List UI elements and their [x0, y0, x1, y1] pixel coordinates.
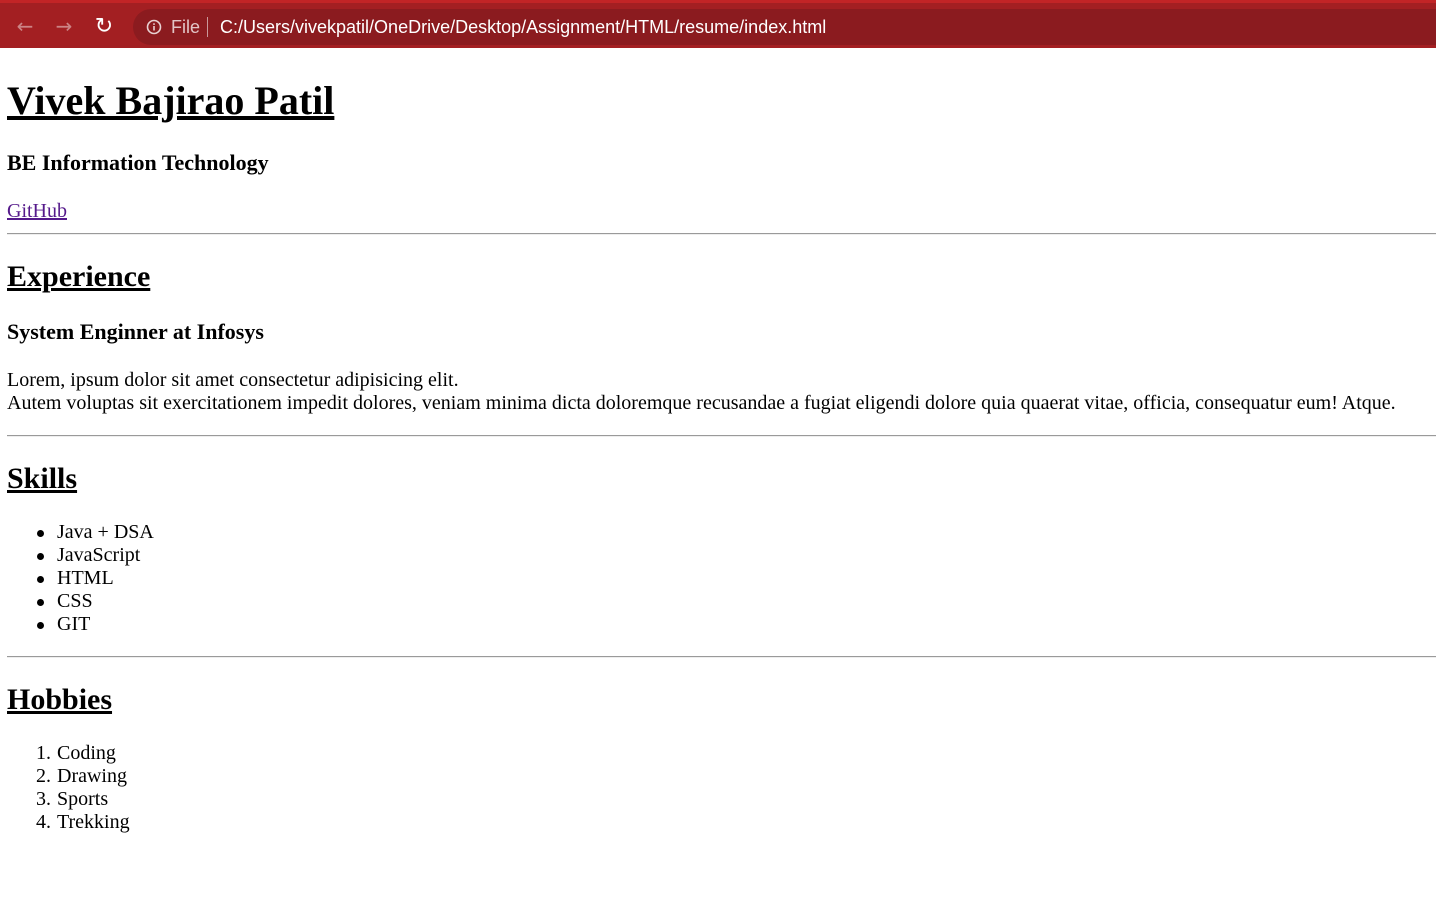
hobby-item: 3. Sports	[36, 788, 130, 811]
hobbies-heading: Hobbies	[7, 683, 113, 716]
address-separator	[207, 17, 209, 37]
resume-name: Vivek Bajirao Patil	[7, 78, 335, 123]
github-link[interactable]: GitHub	[7, 200, 67, 223]
divider	[7, 656, 1436, 658]
hobby-number: 3.	[36, 788, 51, 810]
skills-list: Java + DSA JavaScript HTML CSS GIT	[37, 521, 154, 636]
hobby-label: Drawing	[57, 765, 127, 787]
skill-item: Java + DSA	[37, 521, 154, 543]
degree-subtitle: BE Information Technology	[7, 150, 269, 175]
forward-arrow-icon[interactable]: →	[49, 11, 79, 41]
reload-icon[interactable]: ↻	[89, 11, 119, 41]
skill-item: HTML	[37, 567, 154, 590]
experience-line: Autem voluptas sit exercitationem impedi…	[7, 392, 1396, 414]
address-bar[interactable]: File C:/Users/vivekpatil/OneDrive/Deskto…	[133, 9, 1436, 45]
skill-item: JavaScript	[37, 544, 154, 567]
browser-toolbar: ← → ↻ File C:/Users/vivekpatil/OneDrive/…	[0, 0, 1436, 48]
divider	[7, 435, 1436, 437]
experience-description: Lorem, ipsum dolor sit amet consectetur …	[7, 369, 1396, 415]
job-title: System Enginner at Infosys	[7, 319, 264, 344]
hobby-item: 1. Coding	[36, 742, 130, 765]
hobby-item: 4. Trekking	[36, 811, 130, 834]
hobby-number: 2.	[36, 765, 51, 787]
hobby-label: Coding	[57, 742, 116, 764]
page-content: Vivek Bajirao Patil BE Information Techn…	[0, 48, 1436, 906]
info-icon[interactable]	[146, 19, 162, 35]
skill-item: CSS	[37, 590, 154, 613]
hobby-number: 4.	[36, 811, 51, 833]
hobby-number: 1.	[36, 742, 51, 764]
divider	[7, 233, 1436, 235]
back-arrow-icon[interactable]: ←	[10, 11, 40, 41]
skill-item: GIT	[37, 613, 154, 636]
hobbies-list: 1. Coding 2. Drawing 3. Sports 4. Trekking	[36, 742, 130, 834]
hobby-item: 2. Drawing	[36, 765, 130, 788]
hobby-label: Trekking	[57, 811, 130, 833]
scheme-label: File	[171, 16, 201, 37]
experience-heading: Experience	[7, 260, 151, 293]
url-text[interactable]: C:/Users/vivekpatil/OneDrive/Desktop/Ass…	[220, 17, 826, 38]
hobby-label: Sports	[57, 788, 109, 810]
experience-line: Lorem, ipsum dolor sit amet consectetur …	[7, 369, 459, 391]
skills-heading: Skills	[7, 462, 78, 495]
